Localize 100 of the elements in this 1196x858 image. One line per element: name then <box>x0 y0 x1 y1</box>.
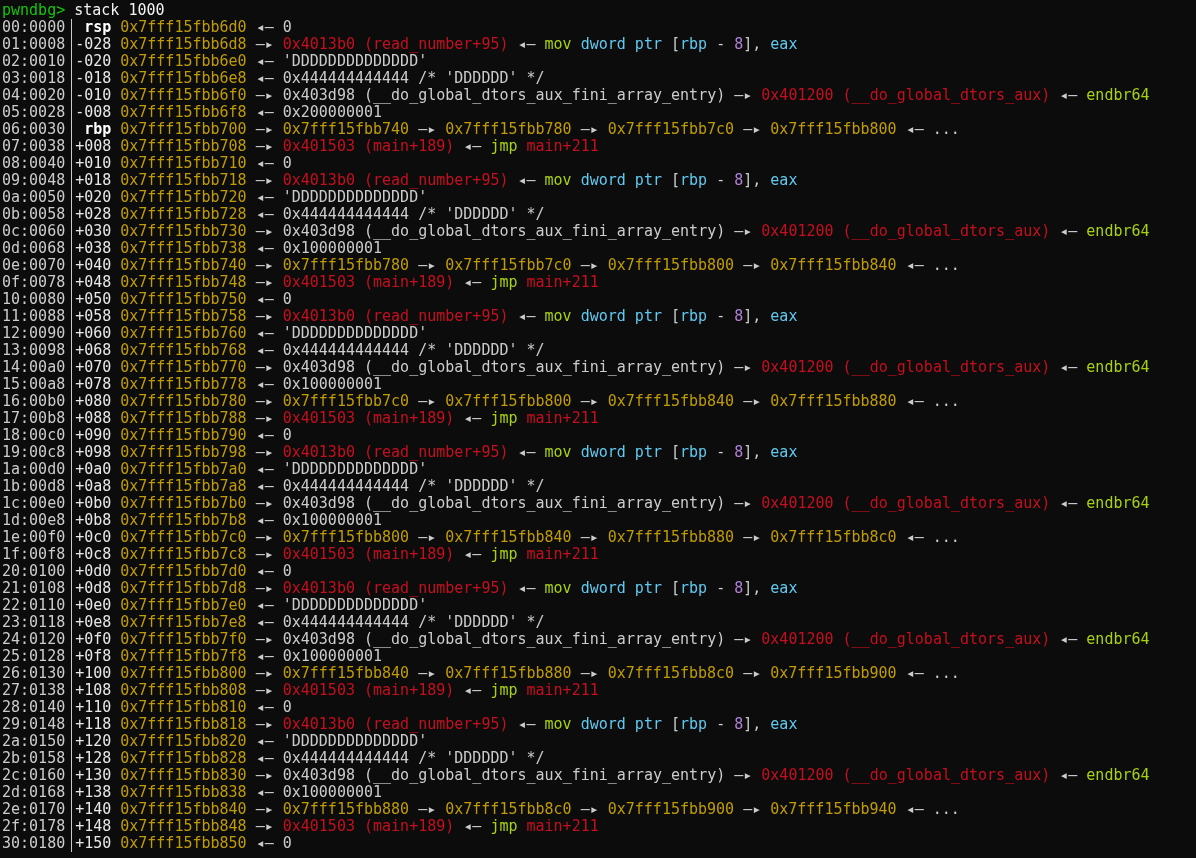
immediate-value: 8 <box>734 171 744 189</box>
instruction-mnemonic: jmp <box>490 273 518 291</box>
stack-offset: +0d8 <box>71 580 112 597</box>
data-value: 0x444444444444 /* 'DDDDDD' */ <box>282 206 545 223</box>
pointer-arrow: ◂— <box>255 699 274 716</box>
row-index: 1f:00f8 <box>2 546 67 563</box>
jump-target: main+211 <box>526 273 599 291</box>
stack-offset: +0e0 <box>71 597 112 614</box>
pointer-arrow: ◂— <box>255 240 274 257</box>
pointer-arrow: ◂— <box>255 342 274 359</box>
data-value: 0x100000001 <box>282 648 383 665</box>
row-index: 2a:0150 <box>2 733 67 750</box>
data-value: 'DDDDDDDDDDDDDD' <box>282 189 428 206</box>
stack-address: 0x7fff15fbb800 <box>770 121 897 138</box>
stack-offset: +098 <box>71 444 112 461</box>
row-index: 03:0018 <box>2 70 67 87</box>
stack-offset: +130 <box>71 767 112 784</box>
pointer-arrow: —▸ <box>743 529 762 546</box>
pointer-arrow: ◂— <box>255 750 274 767</box>
row-index: 02:0010 <box>2 53 67 70</box>
pointer-arrow: —▸ <box>255 223 274 240</box>
row-index: 07:0038 <box>2 138 67 155</box>
data-value: 0x403d98 (__do_global_dtors_aux_fini_array_entry) <box>282 223 726 240</box>
row-index: 12:0090 <box>2 325 67 342</box>
stack-address: 0x7fff15fbb790 <box>120 427 247 444</box>
stack-address: 0x7fff15fbb780 <box>120 393 247 410</box>
pointer-arrow: —▸ <box>255 274 274 291</box>
row-index: 13:0098 <box>2 342 67 359</box>
row-index: 1c:00e0 <box>2 495 67 512</box>
stack-address: 0x7fff15fbb7c0 <box>445 257 572 274</box>
pointer-arrow: ◂— <box>255 648 274 665</box>
stack-address: 0x7fff15fbb840 <box>445 529 572 546</box>
stack-offset: +140 <box>71 801 112 818</box>
data-value: 0x403d98 (__do_global_dtors_aux_fini_array_entry) <box>282 359 726 376</box>
operator: - <box>716 443 726 461</box>
bracket: ], <box>743 171 762 189</box>
stack-address: 0x7fff15fbb740 <box>120 257 247 274</box>
pointer-arrow: ◂— <box>255 189 274 206</box>
stack-address: 0x7fff15fbb798 <box>120 444 247 461</box>
data-value: 'DDDDDDDDDDDDDD' <box>282 53 428 70</box>
stack-offset: +048 <box>71 274 112 291</box>
stack-offset: +0f0 <box>71 631 112 648</box>
pointer-arrow: —▸ <box>255 359 274 376</box>
row-index: 2b:0158 <box>2 750 67 767</box>
pointer-arrow: —▸ <box>418 665 437 682</box>
stack-address: 0x7fff15fbb7d8 <box>120 580 247 597</box>
stack-address: 0x7fff15fbb7c0 <box>607 121 735 138</box>
data-value: 0x444444444444 /* 'DDDDDD' */ <box>282 614 545 631</box>
operand-size: dword ptr <box>580 307 662 325</box>
stack-address: 0x7fff15fbb900 <box>607 801 735 818</box>
jump-target: main+211 <box>526 681 599 699</box>
register-name: rbp <box>680 171 708 189</box>
pointer-arrow: ◂— <box>255 478 274 495</box>
operand-size: dword ptr <box>580 35 662 53</box>
stack-address: 0x7fff15fbb780 <box>445 121 572 138</box>
stack-address: 0x7fff15fbb788 <box>120 410 247 427</box>
stack-offset: +128 <box>71 750 112 767</box>
stack-offset: +020 <box>71 189 112 206</box>
code-address: 0x401503 (main+189) <box>282 138 455 155</box>
pointer-arrow: —▸ <box>743 257 762 274</box>
code-address: 0x4013b0 (read_number+95) <box>282 308 509 325</box>
code-address: 0x401200 (__do_global_dtors_aux) <box>761 767 1051 784</box>
stack-address: 0x7fff15fbb718 <box>120 172 247 189</box>
pointer-arrow: —▸ <box>255 631 274 648</box>
row-index: 29:0148 <box>2 716 67 733</box>
row-index: 2d:0168 <box>2 784 67 801</box>
bracket: [ <box>671 35 681 53</box>
stack-address: 0x7fff15fbb6f0 <box>120 87 247 104</box>
row-index: 23:0118 <box>2 614 67 631</box>
pointer-arrow: ◂— <box>255 461 274 478</box>
pointer-arrow: ◂— <box>517 308 536 325</box>
instruction-mnemonic: endbr64 <box>1086 86 1150 104</box>
stack-address: 0x7fff15fbb880 <box>282 801 410 818</box>
stack-address: 0x7fff15fbb838 <box>120 784 247 801</box>
stack-address: 0x7fff15fbb710 <box>120 155 247 172</box>
pointer-arrow: —▸ <box>580 257 599 274</box>
pointer-arrow: —▸ <box>255 580 274 597</box>
data-value: 0x444444444444 /* 'DDDDDD' */ <box>282 750 545 767</box>
pointer-arrow: ◂— <box>905 801 924 818</box>
operator: - <box>716 307 726 325</box>
stack-offset: +090 <box>71 427 112 444</box>
code-address: 0x401200 (__do_global_dtors_aux) <box>761 359 1051 376</box>
stack-offset: +0e8 <box>71 614 112 631</box>
stack-address: 0x7fff15fbb810 <box>120 699 247 716</box>
pointer-arrow: ◂— <box>905 121 924 138</box>
pointer-arrow: —▸ <box>255 495 274 512</box>
operator: - <box>716 35 726 53</box>
pointer-arrow: ◂— <box>255 53 274 70</box>
pointer-arrow: —▸ <box>255 121 274 138</box>
operator: - <box>716 715 726 733</box>
pointer-arrow: ◂— <box>255 325 274 342</box>
pointer-arrow: ◂— <box>1059 87 1078 104</box>
pointer-arrow: ◂— <box>255 70 274 87</box>
stack-offset: +0f8 <box>71 648 112 665</box>
stack-offset: +070 <box>71 359 112 376</box>
data-value: 0 <box>282 291 292 308</box>
row-index: 10:0080 <box>2 291 67 308</box>
instruction-mnemonic: mov <box>544 715 572 733</box>
stack-address: 0x7fff15fbb720 <box>120 189 247 206</box>
stack-address: 0x7fff15fbb7e0 <box>120 597 247 614</box>
